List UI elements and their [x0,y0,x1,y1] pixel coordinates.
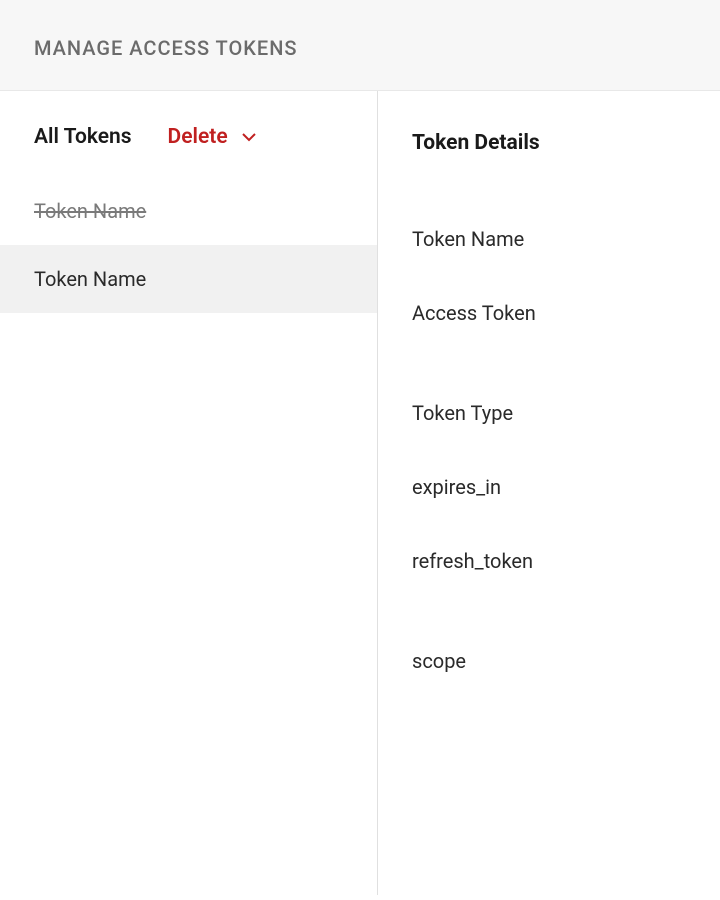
sidebar-header: All Tokens Delete [0,91,377,169]
delete-label: Delete [168,125,228,149]
details-panel: Token Details Token Name Access Token To… [378,91,720,895]
field-label: Access Token [412,301,686,325]
field-access-token: Access Token [412,301,686,325]
token-item[interactable]: Token Name [0,177,377,245]
sidebar-title: All Tokens [34,125,132,149]
field-expires-in: expires_in [412,475,686,499]
main-content: All Tokens Delete Token Name Token Name … [0,91,720,895]
chevron-down-icon [242,133,256,142]
field-label: Token Name [412,227,686,251]
token-list: Token Name Token Name [0,177,377,313]
field-refresh-token: refresh_token [412,549,686,573]
field-label: expires_in [412,475,686,499]
page-title: MANAGE ACCESS TOKENS [34,36,686,60]
delete-dropdown[interactable]: Delete [168,125,256,149]
field-label: Token Type [412,401,686,425]
token-item[interactable]: Token Name [0,245,377,313]
token-item-label: Token Name [34,267,146,291]
header: MANAGE ACCESS TOKENS [0,0,720,91]
field-label: refresh_token [412,549,686,573]
field-scope: scope [412,649,686,673]
field-token-name: Token Name [412,227,686,251]
token-sidebar: All Tokens Delete Token Name Token Name [0,91,378,895]
field-label: scope [412,649,686,673]
field-token-type: Token Type [412,401,686,425]
details-title: Token Details [412,131,686,155]
token-item-label: Token Name [34,199,146,223]
